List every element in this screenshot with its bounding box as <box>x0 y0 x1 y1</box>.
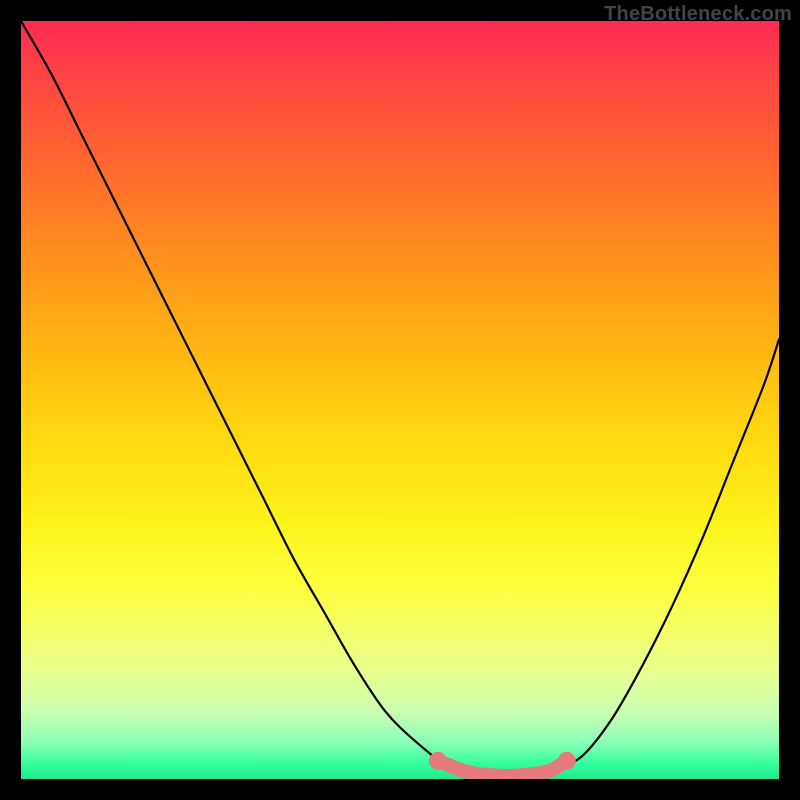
highlight-line <box>438 761 567 776</box>
plot-area <box>21 21 779 779</box>
highlight-dot-right <box>558 752 576 770</box>
highlight-dot-left <box>429 752 447 770</box>
curve-line <box>21 21 779 776</box>
chart-svg <box>21 21 779 779</box>
chart-container: TheBottleneck.com <box>0 0 800 800</box>
